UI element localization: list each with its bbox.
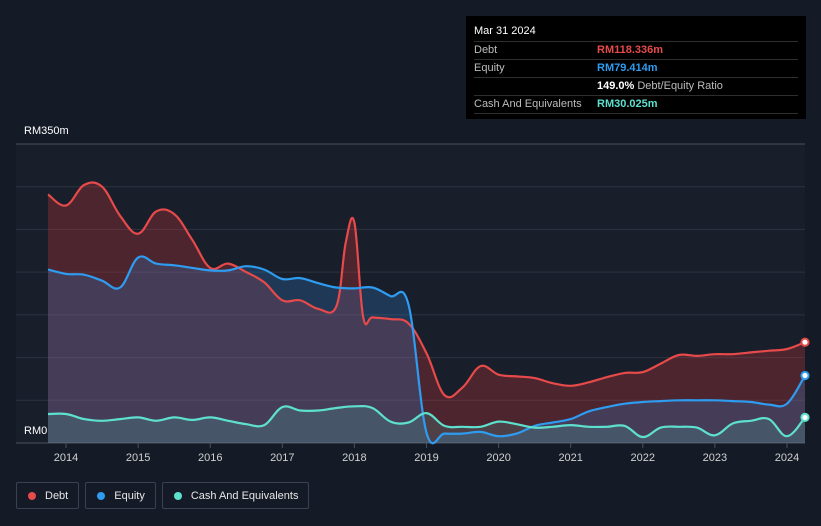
legend-label: Debt [45, 489, 69, 502]
debt-end-point [800, 337, 810, 347]
x-tick-label: 2022 [631, 452, 655, 464]
tooltip-date: Mar 31 2024 [474, 22, 798, 42]
x-tick-label: 2024 [775, 452, 799, 464]
tooltip-panel: Mar 31 2024 Debt RM118.336m Equity RM79.… [466, 16, 806, 119]
x-tick-label: 2019 [414, 452, 438, 464]
x-tick-label: 2016 [198, 452, 222, 464]
equity-dot-icon [97, 491, 106, 500]
cash-and-equivalents-end-point [800, 412, 810, 422]
tooltip-ratio-caption: Debt/Equity Ratio [637, 80, 723, 92]
legend-item-debt[interactable]: Debt [16, 482, 80, 509]
y-axis-max-label: RM350m [24, 125, 69, 137]
x-tick-label: 2015 [126, 452, 150, 464]
x-tick-label: 2021 [558, 452, 582, 464]
x-tick-label: 2014 [54, 452, 78, 464]
tooltip-row-equity: Equity RM79.414m [474, 60, 798, 78]
equity-end-point [800, 370, 810, 381]
cash-dot-icon [173, 491, 182, 500]
x-tick-label: 2017 [270, 452, 294, 464]
tooltip-value: RM30.025m [597, 98, 658, 110]
y-axis-min-label: RM0 [24, 425, 48, 437]
tooltip-label: Debt [474, 44, 498, 56]
tooltip-value: RM79.414m [597, 62, 658, 74]
tooltip-value: 149.0% [597, 80, 635, 92]
legend-label: Equity [114, 489, 145, 502]
x-tick-label: 2018 [342, 452, 366, 464]
tooltip-value: RM118.336m [597, 44, 664, 56]
x-tick-label: 2020 [486, 452, 510, 464]
tooltip-row-cash: Cash And Equivalents RM30.025m [474, 96, 798, 114]
legend: Debt Equity Cash And Equivalents [16, 482, 310, 509]
legend-label: Cash And Equivalents [190, 489, 299, 502]
tooltip-label [474, 78, 597, 95]
legend-item-equity[interactable]: Equity [85, 482, 156, 509]
tooltip-row-debt: Debt RM118.336m [474, 42, 798, 60]
x-tick-label: 2023 [703, 452, 727, 464]
tooltip-label: Cash And Equivalents [474, 98, 582, 110]
tooltip-label: Equity [474, 62, 505, 74]
legend-item-cash[interactable]: Cash And Equivalents [161, 482, 310, 509]
tooltip-row-ratio: 149.0% Debt/Equity Ratio [474, 78, 798, 96]
x-axis-ticks: 2014 2015 2016 2017 2018 2019 2020 2021 2022 2023… [54, 443, 799, 464]
debt-dot-icon [28, 491, 36, 500]
